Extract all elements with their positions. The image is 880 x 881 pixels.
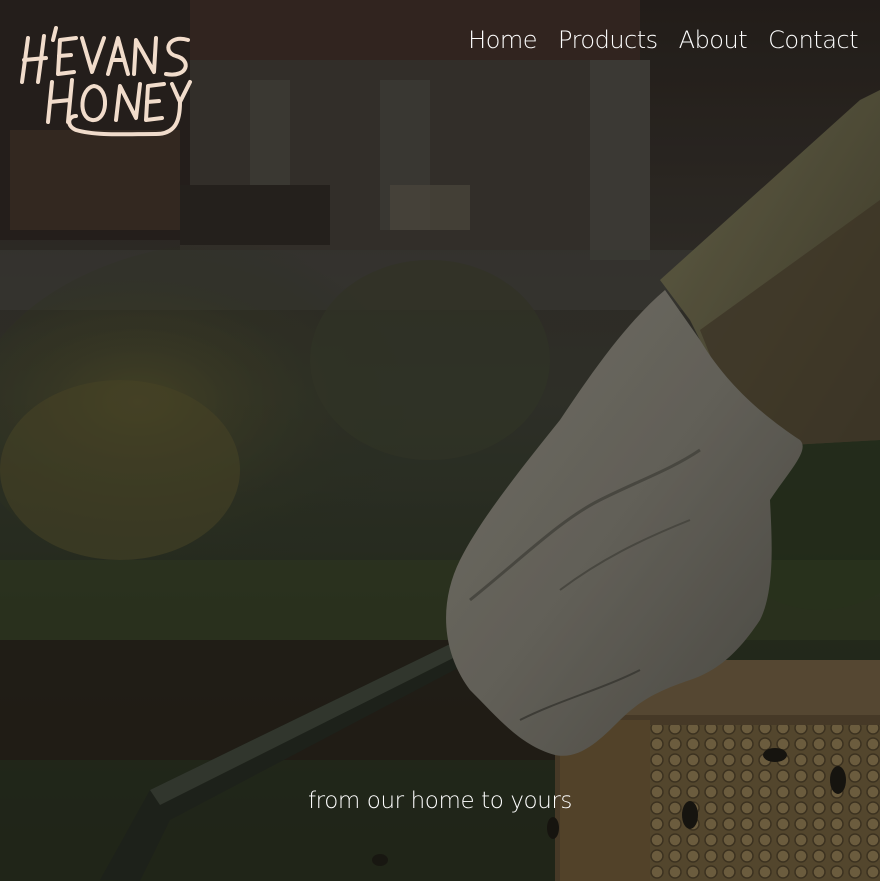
main-nav: Home Products About Contact [468, 24, 858, 56]
nav-contact-link[interactable]: Contact [768, 24, 858, 56]
nav-products-link[interactable]: Products [558, 24, 658, 56]
brand-logo[interactable] [16, 16, 208, 144]
hero-section: Home Products About Contact from our hom… [0, 0, 880, 881]
hero-tagline: from our home to yours [307, 788, 573, 814]
nav-home-link[interactable]: Home [468, 24, 537, 56]
nav-about-link[interactable]: About [679, 24, 748, 56]
